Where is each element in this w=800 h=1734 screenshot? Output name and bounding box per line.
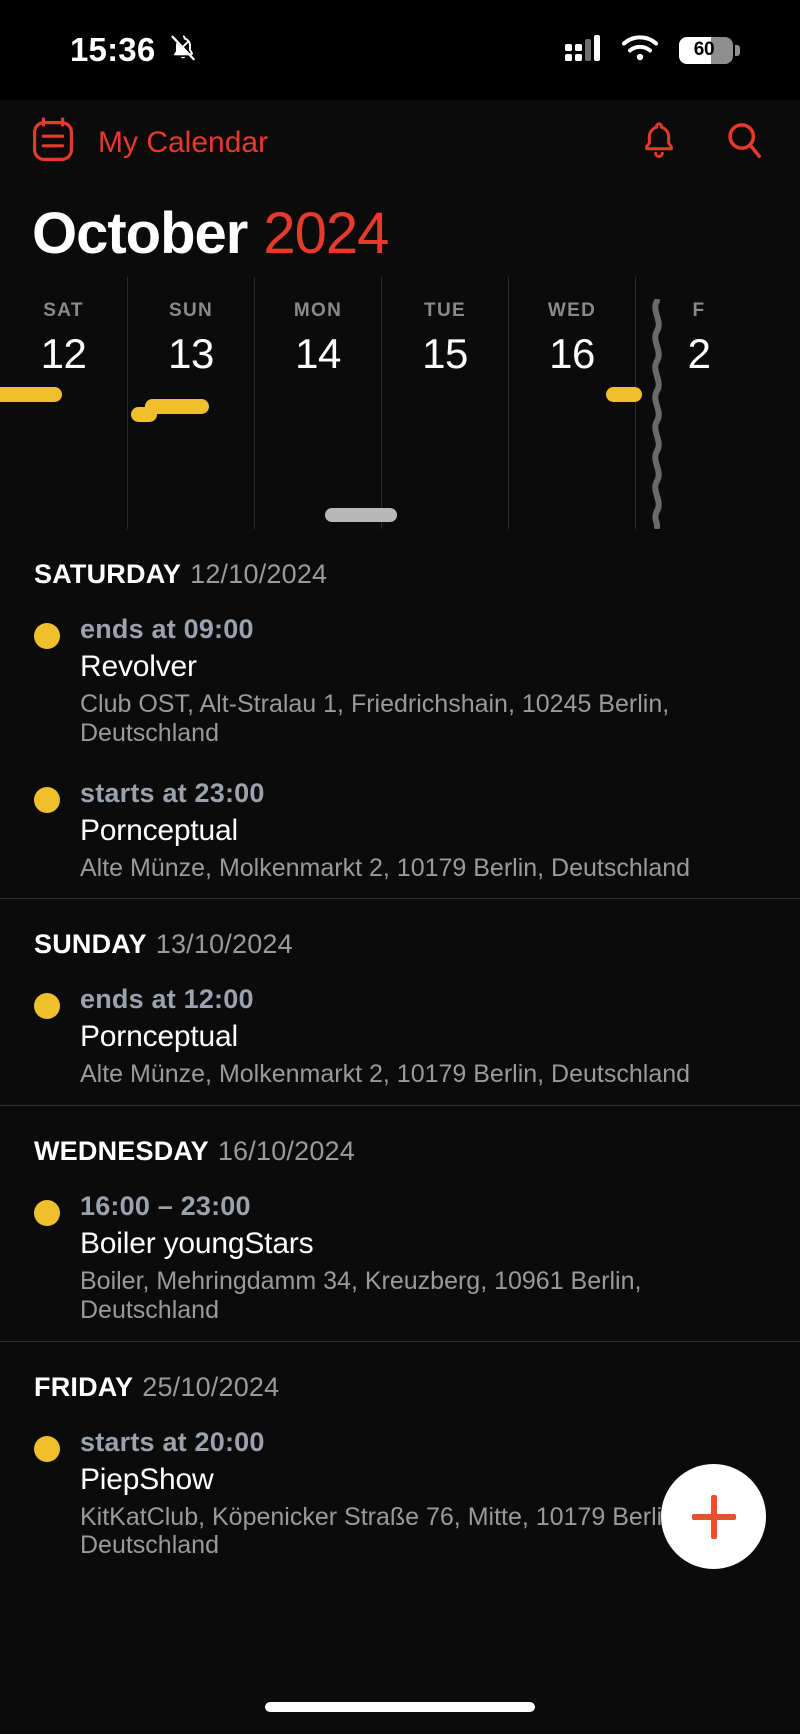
cellular-signal-icon: [565, 34, 601, 66]
day-number-label: 14: [295, 330, 341, 377]
day-section-wednesday: WEDNESDAY 16/10/2024 16:00 – 23:00 Boiler…: [0, 1106, 800, 1341]
event-body: 16:00 – 23:00 Boiler youngStars Boiler, …: [80, 1191, 770, 1325]
day-number-label: 12: [40, 330, 87, 377]
wifi-icon: [621, 34, 659, 67]
event-color-dot: [34, 1435, 60, 1462]
event-body: ends at 12:00 Pornceptual Alte Münze, Mo…: [80, 984, 770, 1089]
bell-icon[interactable]: [640, 120, 678, 167]
bell-slash-icon: [169, 33, 197, 68]
day-strip[interactable]: SAT 12 SUN 13 MON 14 TUE 15 WED 16 F 2: [0, 277, 800, 529]
event-title: Revolver: [80, 650, 197, 683]
event-item[interactable]: ends at 12:00 Pornceptual Alte Münze, Mo…: [0, 970, 800, 1105]
day-of-week-label: WED: [547, 300, 597, 321]
horizontal-scroll-thumb[interactable]: [325, 508, 397, 522]
event-color-dot: [34, 1200, 60, 1226]
event-time: 16:00 – 23:00: [80, 1191, 251, 1221]
day-strip-track[interactable]: SAT 12 SUN 13 MON 14 TUE 15 WED 16 F 2: [0, 277, 800, 529]
event-time: starts at 20:00: [80, 1426, 265, 1457]
page-title: October 2024: [0, 186, 800, 277]
day-section-header: SATURDAY 12/10/2024: [0, 529, 800, 600]
app-bar-left: My Calendar: [30, 116, 640, 170]
home-indicator[interactable]: [265, 1702, 535, 1712]
day-number-label: 13: [168, 330, 214, 377]
day-number-label: 16: [549, 330, 595, 377]
status-bar-clock: 15:36: [70, 31, 156, 68]
plus-icon: [691, 1494, 736, 1539]
event-body: starts at 23:00 Pornceptual Alte Münze, …: [80, 778, 770, 883]
event-item[interactable]: 16:00 – 23:00 Boiler youngStars Boiler, …: [0, 1177, 800, 1341]
event-list: SATURDAY 12/10/2024 ends at 09:00 Revolve…: [0, 529, 800, 1576]
app-bar-actions: [640, 120, 764, 167]
event-location: Alte Münze, Molkenmarkt 2, 10179 Berlin,…: [80, 853, 691, 882]
event-title: Boiler youngStars: [80, 1227, 314, 1260]
battery-indicator: 60: [679, 36, 740, 64]
day-of-week-label: SUN: [168, 300, 213, 321]
status-bar-right: 60: [565, 34, 740, 67]
day-column-tue[interactable]: TUE 15: [381, 277, 508, 529]
event-time: starts at 23:00: [80, 777, 265, 808]
event-time: ends at 09:00: [80, 614, 254, 644]
calendar-list-icon[interactable]: [30, 116, 76, 170]
event-body: ends at 09:00 Revolver Club OST, Alt-Str…: [80, 614, 770, 748]
event-color-dot: [34, 993, 60, 1020]
day-date-label: 13/10/2024: [155, 929, 293, 960]
day-date-label: 16/10/2024: [217, 1136, 355, 1166]
event-title: Pornceptual: [80, 813, 238, 847]
battery-cap: [735, 44, 740, 56]
day-date-label: 25/10/2024: [142, 1371, 280, 1402]
battery-percent: 60: [693, 39, 715, 60]
event-bar-boiler-youngstars[interactable]: [606, 387, 642, 402]
app-bar: My Calendar: [0, 100, 800, 186]
event-item[interactable]: ends at 09:00 Revolver Club OST, Alt-Str…: [0, 600, 800, 764]
event-location: Alte Münze, Molkenmarkt 2, 10179 Berlin,…: [80, 1060, 691, 1089]
event-color-dot: [34, 786, 60, 813]
event-item[interactable]: starts at 23:00 Pornceptual Alte Münze, …: [0, 764, 800, 899]
search-icon[interactable]: [724, 120, 764, 167]
event-title: Pornceptual: [80, 1020, 238, 1054]
day-section-header: SUNDAY 13/10/2024: [0, 899, 800, 970]
day-name-label: SUNDAY: [34, 929, 147, 960]
status-bar-left: 15:36: [70, 31, 197, 69]
event-location: Boiler, Mehringdamm 34, Kreuzberg, 10961…: [80, 1267, 642, 1324]
day-section-header: WEDNESDAY 16/10/2024: [0, 1106, 800, 1177]
event-bar-pornceptual[interactable]: [145, 399, 209, 414]
event-time: ends at 12:00: [80, 984, 254, 1015]
day-column-sat[interactable]: SAT 12: [0, 277, 127, 529]
app-screen: 15:36 60 My Calendar October 2024 SAT 12…: [0, 0, 800, 1734]
day-section-sunday: SUNDAY 13/10/2024 ends at 12:00 Pornceptu…: [0, 899, 800, 1105]
day-number-label: 15: [422, 330, 468, 377]
month-label: October: [32, 201, 248, 266]
event-location: Club OST, Alt-Stralau 1, Friedrichshain,…: [80, 690, 670, 747]
event-bar-revolver[interactable]: [0, 387, 62, 402]
day-name-label: FRIDAY: [34, 1371, 134, 1402]
day-column-mon[interactable]: MON 14: [254, 277, 381, 529]
wavy-time-gap-line: [648, 298, 666, 529]
app-title: My Calendar: [98, 126, 269, 159]
add-event-button[interactable]: [661, 1464, 766, 1569]
day-of-week-label: MON: [293, 300, 343, 321]
day-name-label: SATURDAY: [34, 559, 182, 589]
status-bar: 15:36 60: [0, 0, 800, 100]
day-name-label: WEDNESDAY: [34, 1136, 209, 1166]
event-color-dot: [34, 623, 60, 649]
day-date-label: 12/10/2024: [190, 559, 328, 589]
year-label: 2024: [263, 201, 389, 266]
day-section-saturday: SATURDAY 12/10/2024 ends at 09:00 Revolve…: [0, 529, 800, 898]
day-section-header: FRIDAY 25/10/2024: [0, 1342, 800, 1413]
day-of-week-label: SAT: [43, 300, 84, 321]
day-of-week-label: TUE: [424, 300, 466, 321]
day-column-wed[interactable]: WED 16: [508, 277, 635, 529]
